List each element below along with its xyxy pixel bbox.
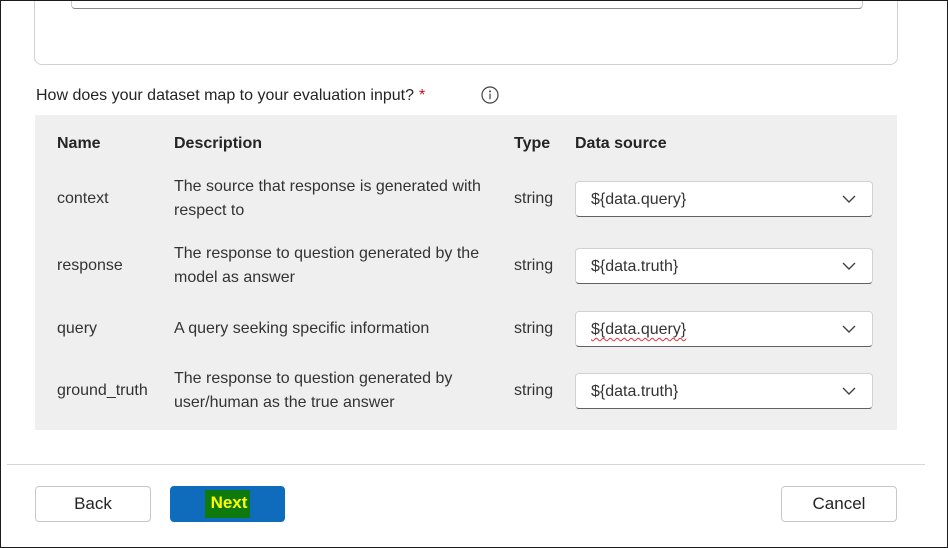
table-row: context The source that response is gene… [35,169,897,229]
row-type: string [514,190,554,207]
required-marker: * [419,87,426,104]
data-source-dropdown[interactable]: ${data.truth} [575,373,873,409]
footer-divider [7,464,925,465]
row-name: query [57,320,98,337]
row-description: The response to question generated by th… [174,245,480,286]
data-source-dropdown[interactable]: ${data.truth} [575,248,873,284]
row-type: string [514,382,554,399]
cancel-button[interactable]: Cancel [781,486,897,522]
back-button[interactable]: Back [35,486,151,522]
column-header-description: Description [174,135,263,152]
data-source-dropdown[interactable]: ${data.query} [575,311,873,347]
table-row: response The response to question genera… [35,236,897,296]
mapping-table: Name Description Type Data source contex… [35,115,897,430]
previous-section-card [34,1,898,65]
evaluation-wizard-panel: How does your dataset map to your evalua… [0,0,948,548]
chevron-down-icon [842,387,856,395]
row-type: string [514,320,554,337]
row-type: string [514,257,554,274]
row-description: The source that response is generated wi… [174,178,481,219]
info-icon[interactable] [481,86,499,104]
data-source-value: ${data.truth} [591,383,679,400]
data-source-value: ${data.query} [591,191,687,208]
table-row: ground_truth The response to question ge… [35,361,897,421]
data-source-dropdown[interactable]: ${data.query} [575,181,873,217]
mapping-question-text: How does your dataset map to your evalua… [36,87,415,104]
data-source-value: ${data.query} [591,321,687,338]
column-header-type: Type [514,135,551,152]
mapping-question-label: How does your dataset map to your evalua… [36,87,425,105]
row-name: context [57,190,109,207]
cancel-button-label: Cancel [812,494,866,513]
data-source-value: ${data.truth} [591,258,679,275]
table-row: query A query seeking specific informati… [35,299,897,359]
row-name: response [57,257,123,274]
column-header-name: Name [57,135,101,152]
chevron-down-icon [842,195,856,203]
next-button-label: Next [204,489,251,518]
chevron-down-icon [842,262,856,270]
row-description: A query seeking specific information [174,320,430,337]
column-header-data-source: Data source [575,135,667,152]
row-name: ground_truth [57,382,148,399]
row-description: The response to question generated by us… [174,370,453,411]
previous-input-field[interactable] [71,1,863,9]
chevron-down-icon [842,325,856,333]
next-button[interactable]: Next [170,486,285,522]
back-button-label: Back [74,494,112,513]
